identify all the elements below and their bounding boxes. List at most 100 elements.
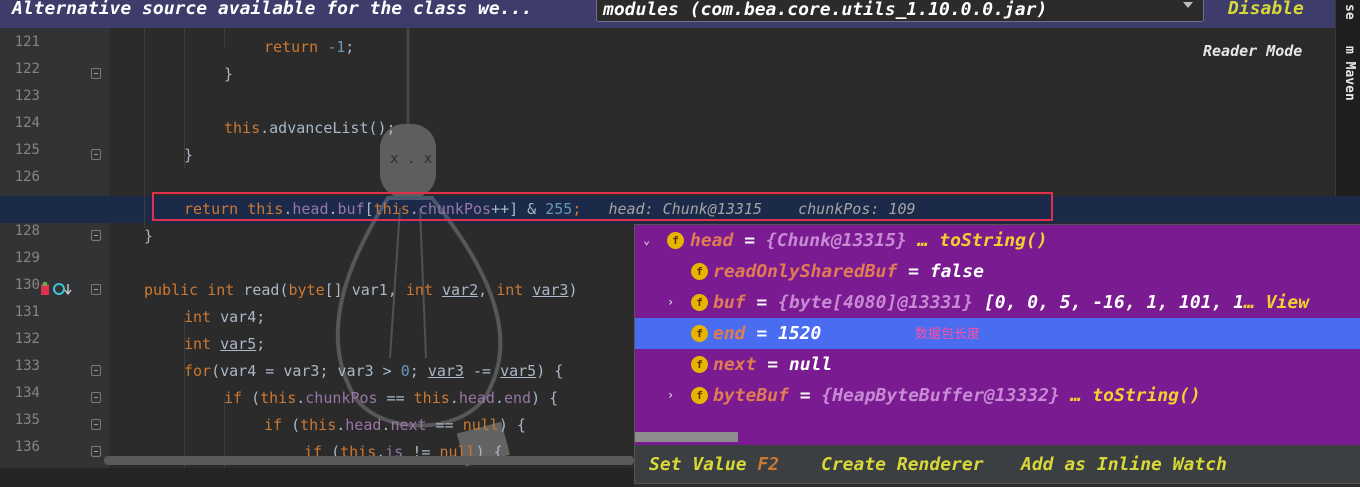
chevron-right-icon[interactable]: › [667, 380, 674, 411]
highlight-box [152, 192, 1053, 221]
keyword: this [413, 389, 450, 407]
keyword: int [496, 281, 524, 299]
keyword: this [260, 389, 297, 407]
var-value: 1520 [778, 323, 822, 344]
chevron-right-icon[interactable]: › [667, 287, 674, 318]
chevron-down-icon[interactable] [1183, 2, 1193, 8]
code-text: . [336, 416, 346, 434]
maven-tool-window-tab[interactable]: m Maven [1342, 46, 1357, 101]
popup-scrollbar[interactable] [635, 432, 738, 442]
fold-marker-icon[interactable] [91, 392, 101, 403]
code-line-130: public int read(byte[] var1, int var2, i… [144, 277, 578, 304]
code-text: -= [463, 362, 501, 380]
line-number: 122 [14, 61, 40, 77]
line-number: 128 [14, 223, 40, 239]
fold-marker-icon[interactable] [91, 284, 101, 295]
line-number: 133 [14, 358, 40, 374]
var-name: end [713, 323, 746, 344]
bottom-bar [0, 468, 634, 487]
line-number: 131 [14, 304, 40, 320]
parameter: var2 [442, 281, 479, 299]
tostring-link[interactable]: … toString() [1060, 385, 1201, 406]
code-text: ( [282, 416, 301, 434]
fold-marker-icon[interactable] [91, 365, 101, 376]
tostring-link[interactable]: … toString() [907, 230, 1048, 251]
indent-guide [144, 28, 145, 228]
code-line-133: for(var4 = var3; var3 > 0; var3 -= var5)… [184, 358, 563, 385]
var-value: false [929, 261, 984, 282]
code-line-132: int var5; [184, 331, 265, 358]
code-text: ) { [531, 389, 559, 407]
source-select-dropdown[interactable]: modules (com.bea.core.utils_1.10.0.0.jar… [596, 0, 1204, 22]
tool-window-tab-top[interactable]: se [1342, 4, 1357, 20]
code-line-131: int var4; [184, 304, 265, 331]
code-text: . [296, 389, 306, 407]
line-number: 126 [14, 169, 40, 185]
var-name: byteBuf [713, 385, 789, 406]
set-value-action[interactable]: Set Value F2 [649, 454, 779, 475]
line-number: 134 [14, 385, 40, 401]
var-name: next [713, 354, 757, 375]
number-literal: -1 [327, 38, 346, 56]
var-value: null [788, 354, 833, 375]
fold-marker-icon[interactable] [91, 68, 101, 79]
fold-marker-icon[interactable] [91, 230, 101, 241]
keyword: int [184, 335, 212, 353]
fold-marker-icon[interactable] [91, 419, 101, 430]
disable-link[interactable]: Disable [1228, 0, 1304, 19]
equals-sign: = [745, 323, 779, 344]
code-text: == [377, 389, 414, 407]
method-name: read( [234, 281, 289, 299]
tree-row-content: byteBuf = {HeapByteBuffer@13332} … toStr… [713, 380, 1201, 411]
code-text: ) [568, 281, 578, 299]
field-icon: f [691, 387, 708, 404]
var-object: {byte[4080]@13331} [778, 292, 974, 313]
create-renderer-action[interactable]: Create Renderer [821, 454, 984, 475]
chevron-down-icon[interactable]: ⌄ [643, 225, 650, 256]
line-number: 121 [14, 34, 40, 50]
add-inline-watch-action[interactable]: Add as Inline Watch [1021, 454, 1227, 475]
tree-row-bytebuf[interactable]: › f byteBuf = {HeapByteBuffer@13332} … t… [635, 380, 1360, 411]
alternative-source-banner: Alternative source available for the cla… [0, 0, 1360, 28]
keyword: if [224, 389, 243, 407]
equals-sign: = [788, 385, 822, 406]
variable: var5 [500, 362, 537, 380]
equals-sign: = [745, 292, 779, 313]
line-number: 135 [14, 412, 40, 428]
banner-message: Alternative source available for the cla… [12, 0, 533, 19]
horizontal-scrollbar[interactable] [104, 456, 634, 465]
code-text: [] var1, [324, 281, 406, 299]
tree-row-buf[interactable]: › f buf = {byte[4080]@13331} [0, 0, 5, -… [635, 287, 1360, 318]
override-icon-head [43, 282, 47, 286]
tree-row-head[interactable]: ⌄ f head = {Chunk@13315} … toString() [635, 225, 1360, 256]
variable: var5 [220, 335, 257, 353]
arrow-down-icon [64, 284, 72, 296]
code-text: (var4 = var3; var3 > [211, 362, 401, 380]
field-name: head [458, 389, 495, 407]
view-link[interactable]: … View [1244, 292, 1309, 313]
keyword: int [405, 281, 433, 299]
code-text: ( [242, 389, 261, 407]
field-icon: f [691, 263, 708, 280]
code-line-121: return -1; [264, 34, 354, 61]
code-text: . [449, 389, 459, 407]
field-name: next [390, 416, 427, 434]
fold-marker-icon[interactable] [91, 446, 101, 457]
keyword: public [144, 281, 199, 299]
line-number: 132 [14, 331, 40, 347]
code-text: , [478, 281, 497, 299]
implementation-icon [53, 283, 65, 295]
reader-mode-button[interactable]: Reader Mode [1203, 42, 1302, 60]
code-line-125: } [184, 146, 194, 164]
fold-marker-icon[interactable] [91, 149, 101, 160]
tree-row-next[interactable]: f next = null [635, 349, 1360, 380]
tree-row-end[interactable]: f end = 1520 数据包长度 [635, 318, 1360, 349]
code-line-135: if (this.head.next == null) { [264, 412, 526, 439]
variable: var3 [427, 362, 464, 380]
line-number: 129 [14, 250, 40, 266]
var-name: readOnlySharedBuf [713, 261, 898, 282]
method-markers[interactable] [40, 281, 80, 299]
tree-row-readonlysharedbuf[interactable]: f readOnlySharedBuf = false [635, 256, 1360, 287]
number-literal: 0 [400, 362, 410, 380]
tree-row-content: buf = {byte[4080]@13331} [0, 0, 5, -16, … [713, 287, 1309, 318]
